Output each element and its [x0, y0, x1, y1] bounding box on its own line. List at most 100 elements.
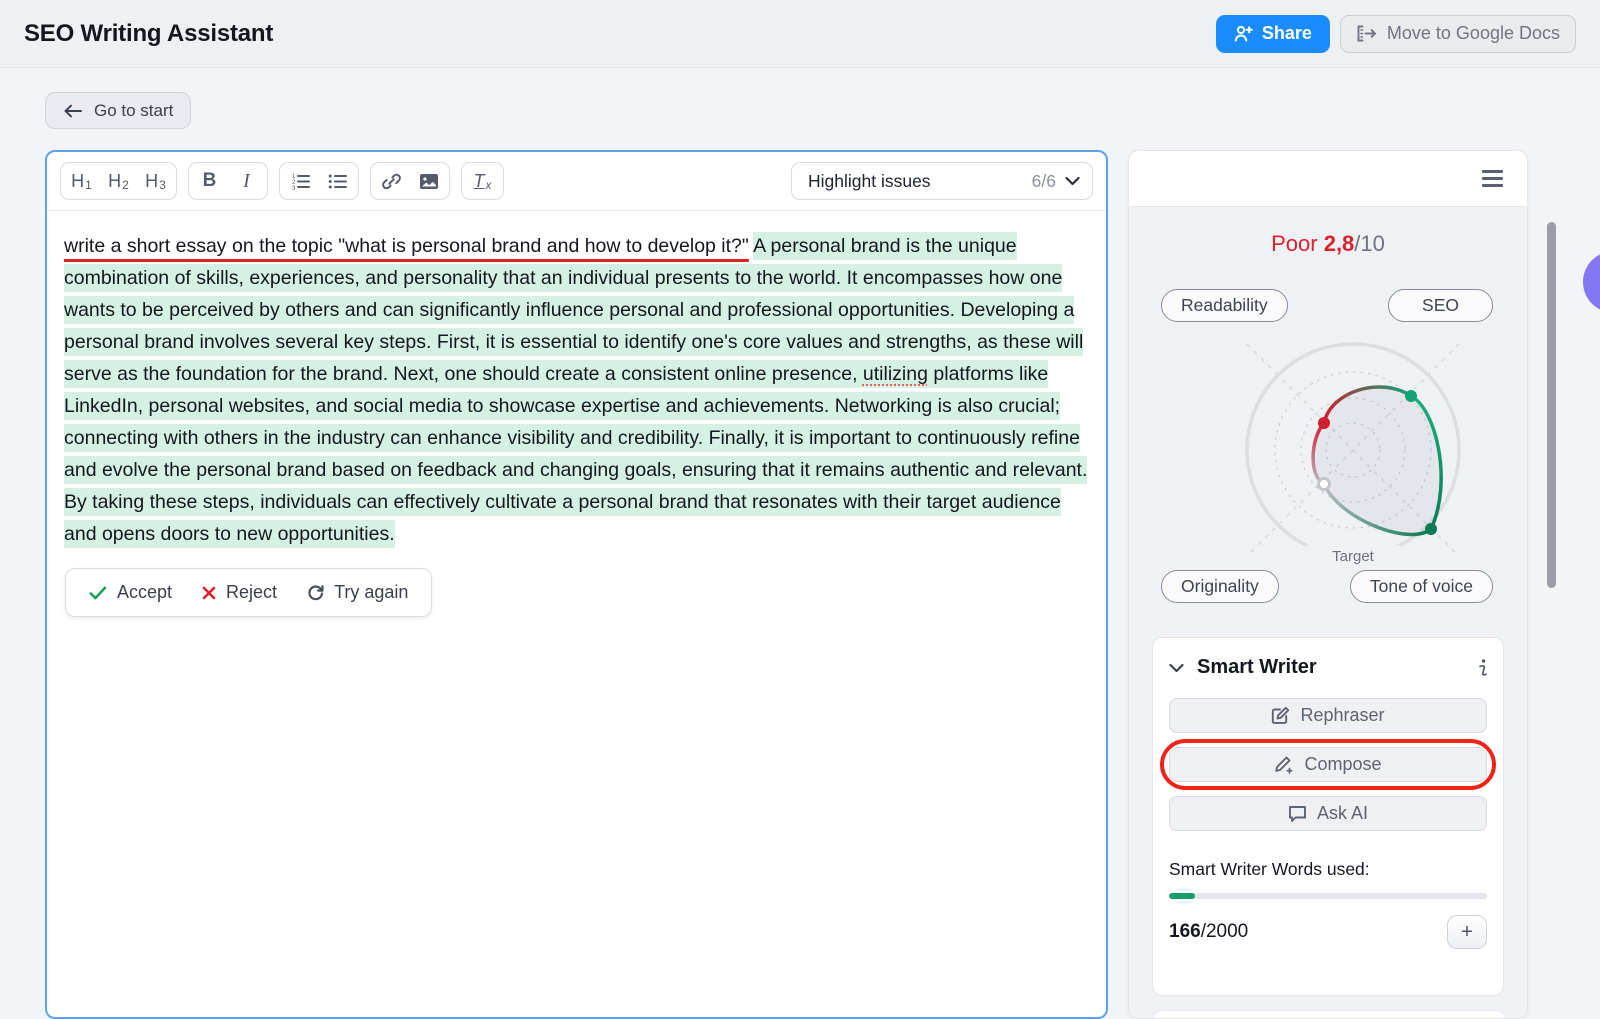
compose-button-wrap: Compose — [1169, 747, 1487, 782]
generated-text-after: platforms like LinkedIn, personal websit… — [64, 363, 1087, 545]
italic-button[interactable]: I — [228, 164, 265, 198]
go-to-start-button[interactable]: Go to start — [45, 92, 191, 129]
reject-button[interactable]: Reject — [202, 582, 277, 603]
accept-label: Accept — [117, 582, 172, 603]
h1-sub: 1 — [85, 178, 92, 192]
words-used-progress-bar — [1169, 893, 1487, 899]
chat-bubble-icon — [1288, 805, 1307, 823]
top-bar: SEO Writing Assistant Share Move to Goog… — [0, 0, 1600, 68]
text-style-button-group: B I — [188, 162, 268, 200]
chevron-down-icon — [1065, 176, 1080, 186]
svg-text:3: 3 — [292, 186, 296, 190]
clear-format-x: x — [486, 178, 492, 192]
h3-label: H — [145, 171, 158, 192]
ask-ai-label: Ask AI — [1317, 803, 1368, 824]
generated-text: A personal brand is the unique combinati… — [64, 232, 1087, 548]
editor-card: H1 H2 H3 B I 123 — [45, 150, 1108, 1019]
rephraser-button[interactable]: Rephraser — [1169, 698, 1487, 733]
highlight-issues-count: 6/6 — [1032, 171, 1056, 192]
words-used-label: Smart Writer Words used: — [1169, 859, 1487, 880]
originality-pill[interactable]: Originality — [1161, 570, 1279, 603]
move-to-google-docs-button[interactable]: Move to Google Docs — [1340, 15, 1576, 53]
compose-label: Compose — [1304, 754, 1381, 775]
words-used-progress-fill — [1169, 893, 1195, 899]
gauge-target-label: Target — [1332, 548, 1375, 565]
originality-score-dot — [1319, 479, 1330, 490]
try-again-button[interactable]: Try again — [307, 582, 408, 603]
go-to-start-label: Go to start — [94, 101, 173, 121]
ordered-list-button[interactable]: 123 — [282, 164, 319, 198]
ai-prompt-text: write a short essay on the topic "what i… — [64, 235, 749, 257]
share-button-label: Share — [1262, 23, 1312, 44]
smart-writer-title: Smart Writer — [1197, 656, 1317, 679]
floating-help-button[interactable] — [1583, 251, 1600, 313]
highlight-issues-dropdown[interactable]: Highlight issues 6/6 — [791, 162, 1093, 200]
clear-format-button-group: Tx — [461, 162, 504, 200]
bullet-list-button[interactable] — [319, 164, 356, 198]
h2-label: H — [108, 171, 121, 192]
readability-pill[interactable]: Readability — [1161, 289, 1288, 322]
readability-score-dot — [1318, 417, 1330, 429]
words-usage-row: 166 /2000 + — [1169, 915, 1487, 949]
score-panel-header — [1129, 151, 1527, 207]
image-button[interactable] — [410, 164, 447, 198]
menu-icon[interactable] — [1478, 166, 1507, 191]
try-again-label: Try again — [334, 582, 408, 603]
tone-of-voice-score-dot — [1425, 523, 1437, 535]
link-button[interactable] — [373, 164, 410, 198]
info-icon[interactable] — [1479, 659, 1487, 677]
score-radar-gauge: Target — [1178, 331, 1528, 571]
top-bar-actions: Share Move to Google Docs — [1216, 15, 1576, 53]
score-value: 2,8 — [1324, 231, 1355, 256]
collapse-chevron-icon[interactable] — [1169, 663, 1184, 673]
ask-ai-button[interactable]: Ask AI — [1169, 796, 1487, 831]
smart-writer-card: Smart Writer Rephraser Compose — [1152, 637, 1504, 996]
bold-button[interactable]: B — [191, 164, 228, 198]
scrollbar-thumb[interactable] — [1547, 222, 1556, 588]
share-button[interactable]: Share — [1216, 15, 1330, 53]
score-suffix: /10 — [1354, 231, 1385, 256]
ordered-list-icon: 123 — [291, 173, 311, 190]
words-used-value: 166 — [1169, 921, 1201, 943]
move-to-google-docs-label: Move to Google Docs — [1387, 23, 1560, 44]
insert-button-group — [370, 162, 450, 200]
score-rating-label: Poor — [1271, 231, 1317, 256]
heading-button-group: H1 H2 H3 — [60, 162, 177, 200]
check-icon — [89, 586, 107, 600]
words-limit: /2000 — [1201, 921, 1249, 943]
next-section-card[interactable] — [1152, 1010, 1506, 1019]
bullet-list-icon — [328, 173, 348, 190]
reject-label: Reject — [226, 582, 277, 603]
editor-toolbar: H1 H2 H3 B I 123 — [47, 152, 1106, 211]
x-icon — [202, 586, 216, 600]
smart-writer-header: Smart Writer — [1169, 656, 1487, 679]
link-icon — [382, 172, 401, 191]
compose-pen-sparkle-icon — [1274, 755, 1294, 775]
rephraser-label: Rephraser — [1300, 705, 1384, 726]
export-doc-icon — [1356, 25, 1377, 42]
retry-icon — [307, 584, 324, 601]
heading-2-button[interactable]: H2 — [100, 164, 137, 198]
clear-format-t: T — [474, 171, 485, 192]
score-panel: Poor 2,8/10 Readability SEO Originality … — [1128, 150, 1528, 1019]
seo-pill[interactable]: SEO — [1388, 289, 1493, 322]
arrow-left-icon — [63, 104, 83, 118]
suggestion-action-bar: Accept Reject Try again — [65, 568, 432, 617]
rephrase-pencil-icon — [1271, 706, 1290, 725]
heading-1-button[interactable]: H1 — [63, 164, 100, 198]
add-words-button[interactable]: + — [1447, 915, 1487, 949]
list-button-group: 123 — [279, 162, 359, 200]
overall-score: Poor 2,8/10 — [1129, 231, 1527, 257]
image-icon — [419, 173, 439, 190]
clear-formatting-button[interactable]: Tx — [464, 164, 501, 198]
document-text-area[interactable]: write a short essay on the topic "what i… — [47, 211, 1106, 636]
h2-sub: 2 — [122, 178, 129, 192]
accept-button[interactable]: Accept — [89, 582, 172, 603]
tone-of-voice-pill[interactable]: Tone of voice — [1350, 570, 1493, 603]
seo-writing-assistant-app: SEO Writing Assistant Share Move to Goog… — [0, 0, 1600, 1019]
h1-label: H — [71, 171, 84, 192]
heading-3-button[interactable]: H3 — [137, 164, 174, 198]
seo-score-dot — [1405, 390, 1417, 402]
compose-button[interactable]: Compose — [1169, 747, 1487, 782]
flagged-word[interactable]: utilizing — [863, 363, 928, 385]
